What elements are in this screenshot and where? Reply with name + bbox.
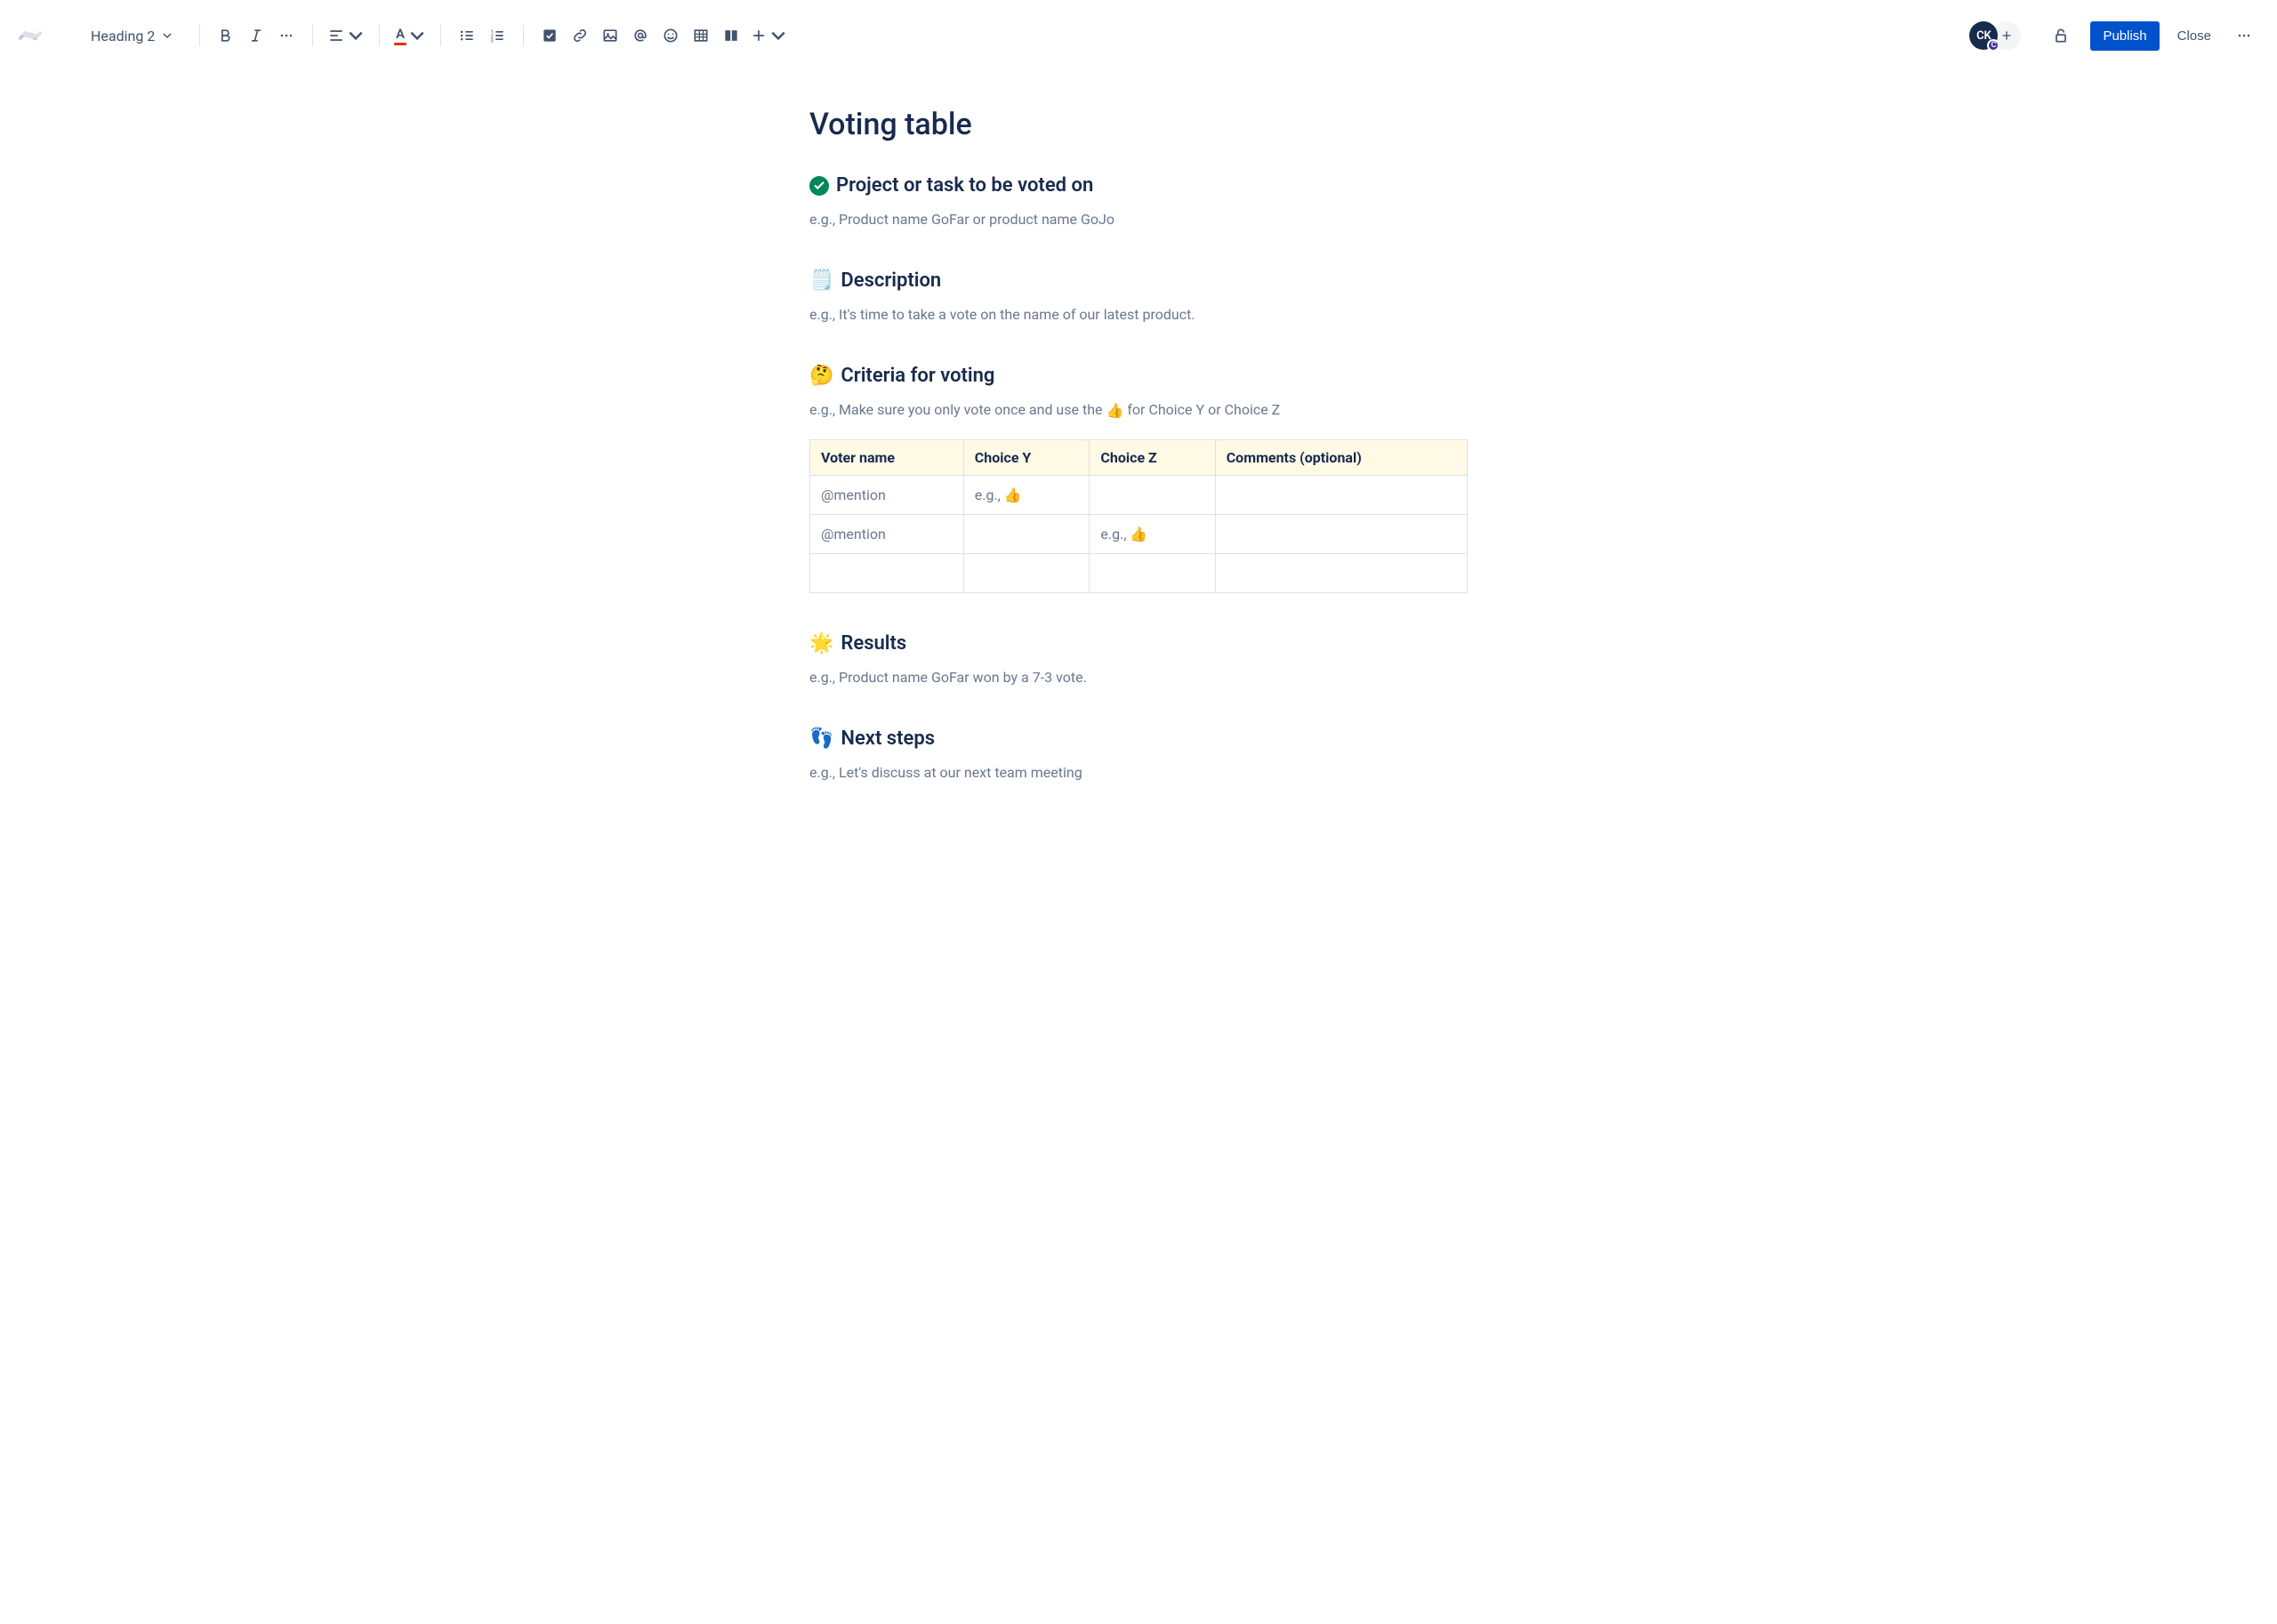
svg-text:3: 3 [491, 39, 494, 44]
cell-y[interactable] [963, 514, 1090, 553]
table-button[interactable] [686, 20, 716, 51]
text-style-label: Heading 2 [91, 28, 155, 44]
cell-comments[interactable] [1215, 553, 1467, 592]
section-results-heading[interactable]: 🌟 Results [809, 632, 1468, 655]
cell-z[interactable] [1090, 475, 1215, 514]
section-description-heading[interactable]: 🗒️ Description [809, 269, 1468, 292]
toolbar-divider [199, 25, 200, 46]
user-avatar[interactable]: CK C [1969, 21, 1998, 50]
mention-button[interactable] [625, 20, 656, 51]
results-placeholder[interactable]: e.g., Product name GoFar won by a 7-3 vo… [809, 667, 1468, 688]
voting-table[interactable]: Voter name Choice Y Choice Z Comments (o… [809, 439, 1468, 593]
restrictions-button[interactable] [2046, 20, 2076, 51]
close-button[interactable]: Close [2167, 21, 2222, 51]
text-color-button[interactable]: A [390, 20, 430, 51]
chevron-down-icon [162, 30, 173, 41]
thinking-icon: 🤔 [809, 365, 833, 387]
section-criteria-text: Criteria for voting [841, 365, 994, 387]
numbered-list-button[interactable]: 123 [482, 20, 512, 51]
italic-button[interactable] [241, 20, 271, 51]
col-choice-y[interactable]: Choice Y [963, 439, 1090, 475]
next-steps-placeholder[interactable]: e.g., Let's discuss at our next team mee… [809, 762, 1468, 784]
cell-z[interactable]: e.g., 👍 [1090, 514, 1215, 553]
editor-toolbar: Heading 2 A 123 [0, 0, 2277, 71]
cell-y[interactable] [963, 553, 1090, 592]
text-style-dropdown[interactable]: Heading 2 [82, 22, 189, 50]
more-actions-button[interactable] [2229, 20, 2259, 51]
footprints-icon: 👣 [809, 728, 833, 750]
table-row[interactable]: @mention e.g., 👍 [810, 514, 1468, 553]
page-title[interactable]: Voting table [809, 107, 1468, 142]
section-results-text: Results [841, 632, 906, 655]
cell-voter[interactable] [810, 553, 964, 592]
bold-button[interactable] [211, 20, 241, 51]
section-next-steps-text: Next steps [841, 728, 935, 750]
avatar-badge: C [1987, 39, 1999, 52]
star-icon: 🌟 [809, 632, 833, 655]
image-button[interactable] [595, 20, 625, 51]
section-project-text: Project or task to be voted on [836, 174, 1093, 197]
description-placeholder[interactable]: e.g., It's time to take a vote on the na… [809, 304, 1468, 326]
table-row[interactable]: @mention e.g., 👍 [810, 475, 1468, 514]
section-next-steps-heading[interactable]: 👣 Next steps [809, 728, 1468, 750]
emoji-button[interactable] [656, 20, 686, 51]
thumbs-up-icon: 👍 [1106, 402, 1123, 419]
cell-y[interactable]: e.g., 👍 [963, 475, 1090, 514]
toolbar-divider [440, 25, 441, 46]
publish-button[interactable]: Publish [2090, 21, 2159, 51]
cell-voter[interactable]: @mention [810, 475, 964, 514]
col-comments[interactable]: Comments (optional) [1215, 439, 1467, 475]
alignment-button[interactable] [324, 20, 368, 51]
notepad-icon: 🗒️ [809, 269, 833, 292]
bullet-list-button[interactable] [452, 20, 482, 51]
cell-z[interactable] [1090, 553, 1215, 592]
section-description-text: Description [841, 269, 941, 292]
section-criteria-heading[interactable]: 🤔 Criteria for voting [809, 365, 1468, 387]
more-formatting-button[interactable] [271, 20, 302, 51]
cell-comments[interactable] [1215, 475, 1467, 514]
toolbar-divider [312, 25, 313, 46]
toolbar-divider [523, 25, 524, 46]
col-choice-z[interactable]: Choice Z [1090, 439, 1215, 475]
cell-comments[interactable] [1215, 514, 1467, 553]
avatar-group: CK C [1969, 21, 2021, 50]
editor-content[interactable]: Voting table Project or task to be voted… [792, 71, 1485, 858]
section-project-heading[interactable]: Project or task to be voted on [809, 174, 1468, 197]
table-row[interactable] [810, 553, 1468, 592]
criteria-placeholder[interactable]: e.g., Make sure you only vote once and u… [809, 399, 1468, 422]
layouts-button[interactable] [716, 20, 746, 51]
cell-voter[interactable]: @mention [810, 514, 964, 553]
col-voter[interactable]: Voter name [810, 439, 964, 475]
insert-button[interactable] [746, 20, 791, 51]
toolbar-divider [379, 25, 380, 46]
table-header-row: Voter name Choice Y Choice Z Comments (o… [810, 439, 1468, 475]
action-item-button[interactable] [535, 20, 565, 51]
project-placeholder[interactable]: e.g., Product name GoFar or product name… [809, 209, 1468, 230]
link-button[interactable] [565, 20, 595, 51]
check-circle-icon [809, 176, 829, 196]
confluence-logo-icon [18, 23, 43, 48]
